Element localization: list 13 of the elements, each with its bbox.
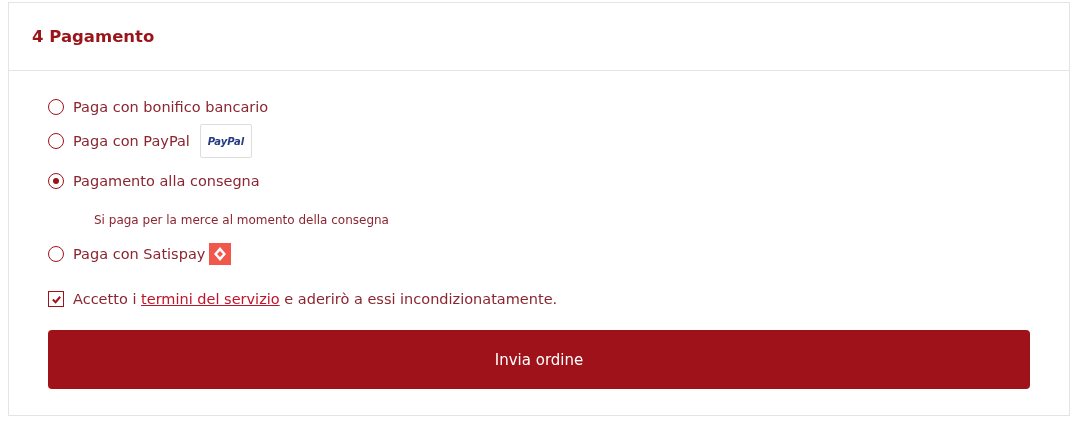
option-label[interactable]: Paga con PayPal	[73, 133, 190, 149]
checkbox[interactable]	[48, 291, 64, 307]
option-label[interactable]: Paga con bonifico bancario	[73, 99, 269, 115]
paypal-logo: PayPal	[199, 124, 252, 158]
submit-order-button[interactable]: Invia ordine	[48, 330, 1030, 389]
satispay-logo-icon	[209, 243, 232, 265]
terms-text: Accetto i termini del servizio e aderirò a essi incondizionatamente.	[73, 291, 558, 307]
check-icon	[50, 293, 62, 305]
option-label[interactable]: Pagamento alla consegna	[73, 173, 260, 189]
option-label[interactable]: Paga con Satispay	[73, 246, 206, 262]
terms-link[interactable]: termini del servizio	[141, 291, 280, 307]
section-title: 4 Pagamento	[32, 27, 155, 46]
option-description: Si paga per la merce al momento della consegna	[93, 212, 390, 229]
